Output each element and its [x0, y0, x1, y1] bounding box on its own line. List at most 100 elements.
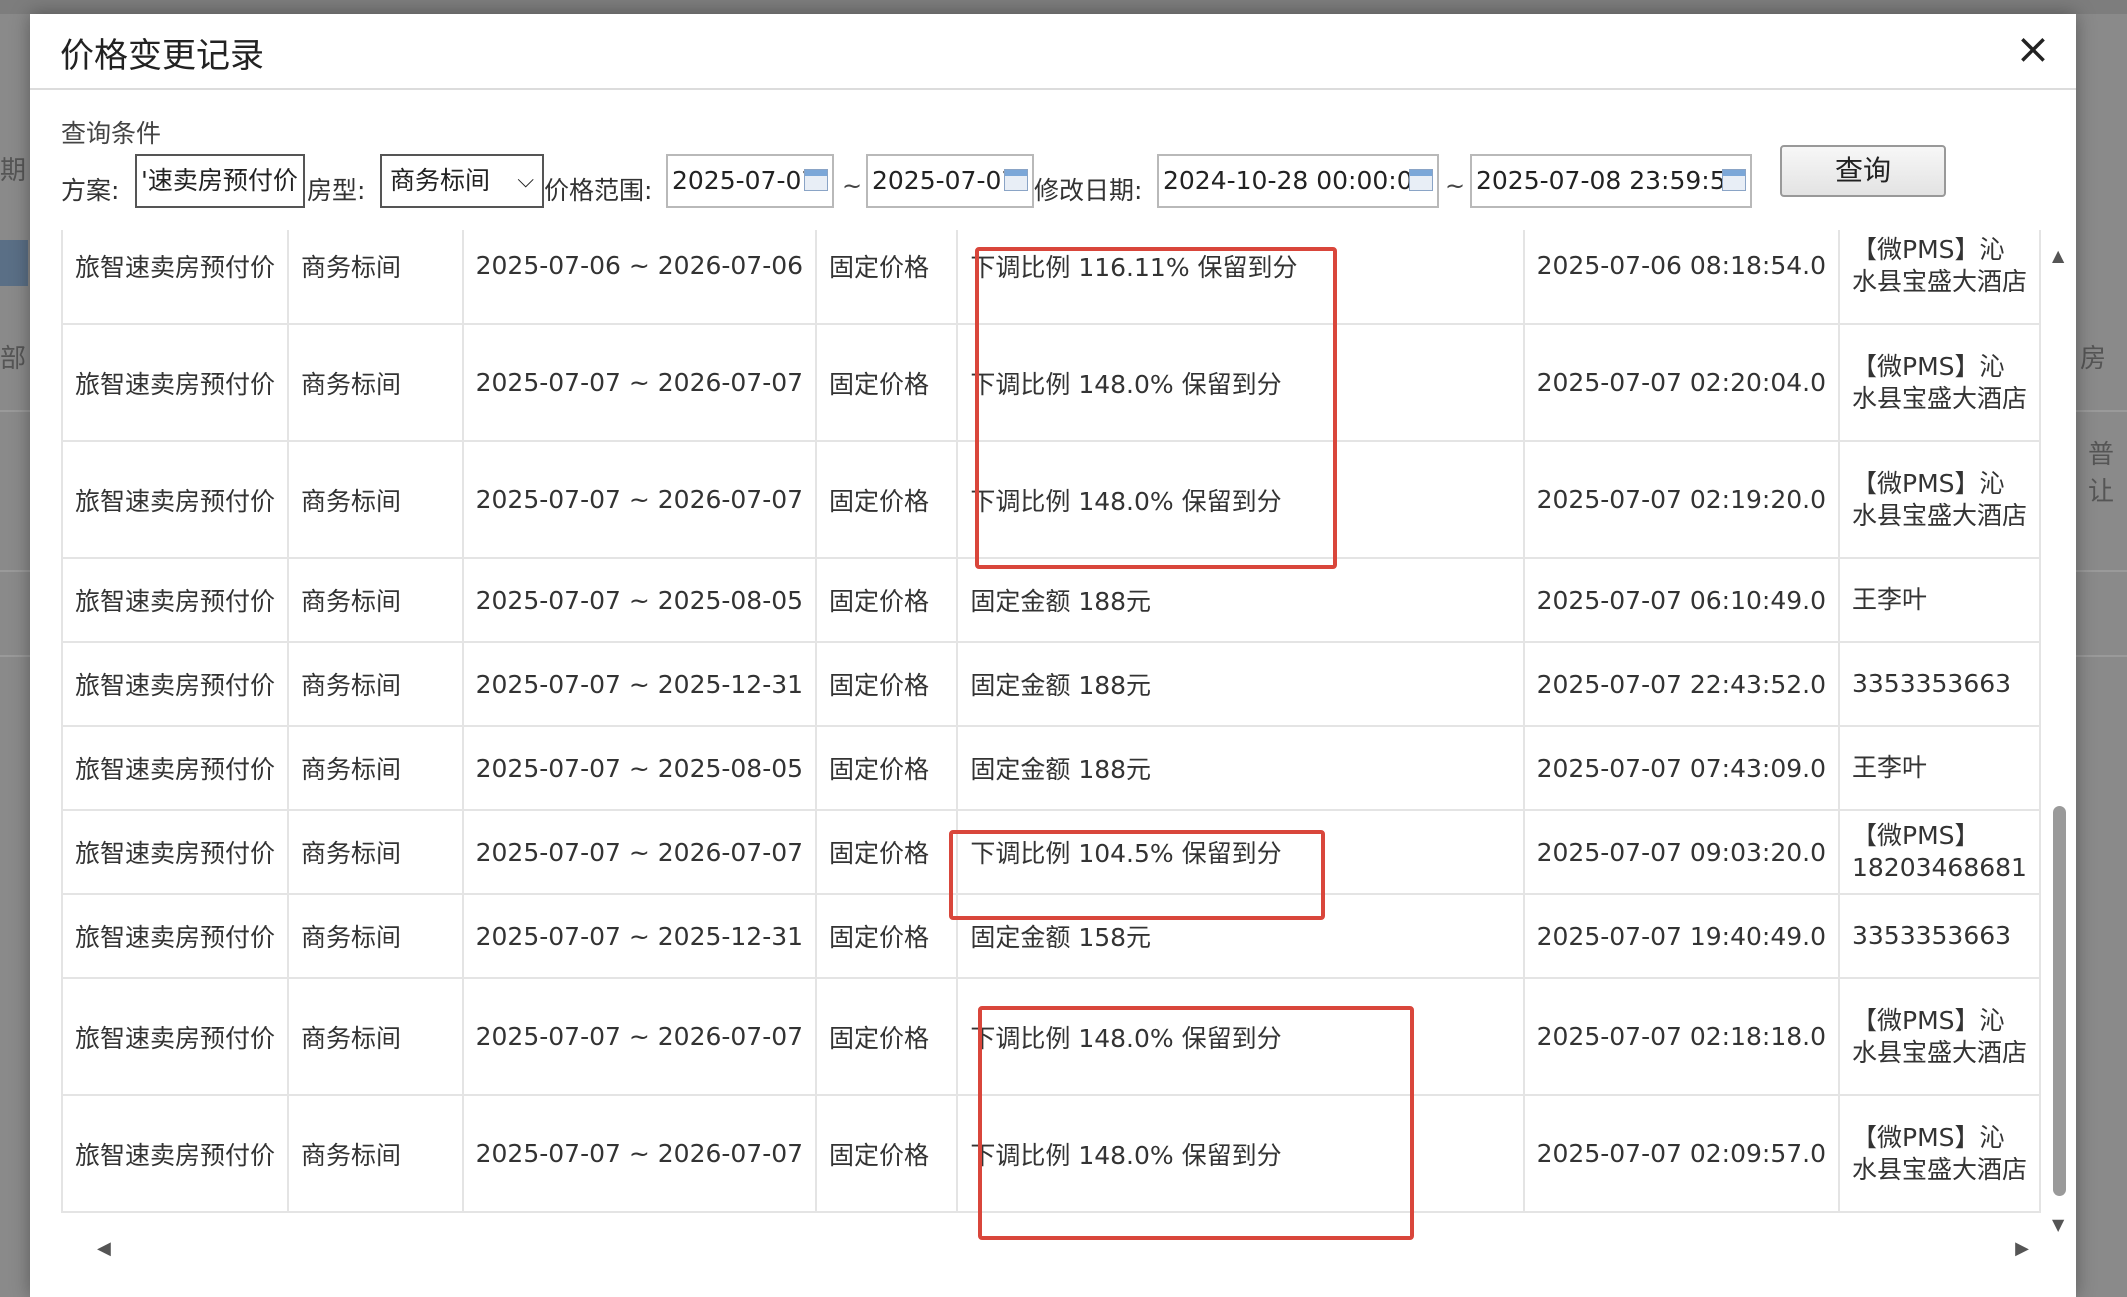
scroll-down-icon[interactable]: ▼ [2052, 1215, 2064, 1234]
cell-price-rule: 下调比例 148.0% 保留到分 [956, 977, 1525, 1096]
calendar-icon[interactable] [1409, 169, 1433, 191]
cell-scheme: 旅智速卖房预付价 [61, 1094, 290, 1213]
cell-operator: 【微PMS】沁水县宝盛大酒店 [1838, 230, 2041, 325]
price-from-input[interactable]: 2025-07-07 [666, 154, 834, 208]
modify-to-input[interactable]: 2025-07-08 23:59:59 [1470, 154, 1752, 208]
cell-price-type: 固定价格 [815, 440, 959, 559]
room-type-label: 房型: [307, 176, 366, 205]
cell-price-type: 固定价格 [815, 230, 959, 325]
calendar-icon[interactable] [1722, 169, 1746, 191]
cell-date-range: 2025-07-07 ~ 2026-07-07 [461, 323, 818, 442]
cell-room-type: 商务标间 [287, 440, 464, 559]
cell-operator: 3353353663 [1838, 893, 2041, 979]
cell-scheme: 旅智速卖房预付价 [61, 440, 290, 559]
cell-price-rule: 下调比例 148.0% 保留到分 [956, 323, 1525, 442]
cell-room-type: 商务标间 [287, 809, 464, 895]
scroll-up-icon[interactable]: ▲ [2052, 246, 2064, 265]
scroll-left-icon[interactable]: ◀ [97, 1238, 111, 1259]
cell-date-range: 2025-07-07 ~ 2025-08-05 [461, 557, 818, 643]
background-top-bar [0, 0, 2127, 14]
horizontal-scrollbar[interactable]: ◀ ▶ [61, 1238, 2041, 1262]
modify-date-label: 修改日期: [1034, 176, 1143, 205]
cell-date-range: 2025-07-07 ~ 2025-12-31 [461, 893, 818, 979]
table-row: 旅智速卖房预付价 商务标间 2025-07-07 ~ 2026-07-07 固定价格下… [61, 440, 2041, 559]
cell-price-type: 固定价格 [815, 977, 959, 1096]
scheme-input[interactable]: '速卖房预付价 [135, 154, 305, 208]
search-button[interactable]: 查询 [1780, 145, 1946, 197]
cell-price-rule: 下调比例 104.5% 保留到分 [956, 809, 1525, 895]
cell-operator: 3353353663 [1838, 641, 2041, 727]
table-row: 旅智速卖房预付价 商务标间 2025-07-07 ~ 2025-08-05 固定价格固… [61, 725, 2041, 811]
cell-date-range: 2025-07-07 ~ 2026-07-07 [461, 440, 818, 559]
cell-date-range: 2025-07-07 ~ 2025-08-05 [461, 725, 818, 811]
cell-modified-time: 2025-07-07 02:20:04.0 [1522, 323, 1841, 442]
cell-price-type: 固定价格 [815, 893, 959, 979]
table-row: 旅智速卖房预付价 商务标间 2025-07-06 ~ 2026-07-06 固定价格下… [61, 230, 2041, 325]
scheme-label: 方案: [61, 176, 120, 205]
cell-operator: 【微PMS】沁水县宝盛大酒店 [1838, 1094, 2041, 1213]
table-row: 旅智速卖房预付价 商务标间 2025-07-07 ~ 2025-12-31 固定价格固… [61, 641, 2041, 727]
cell-room-type: 商务标间 [287, 641, 464, 727]
cell-scheme: 旅智速卖房预付价 [61, 641, 290, 727]
cell-modified-time: 2025-07-07 02:18:18.0 [1522, 977, 1841, 1096]
range-separator: ~ [842, 172, 863, 200]
calendar-icon[interactable] [1004, 169, 1028, 191]
modify-from-value: 2024-10-28 00:00:00 [1163, 166, 1429, 195]
cell-price-type: 固定价格 [815, 725, 959, 811]
table-row: 旅智速卖房预付价 商务标间 2025-07-07 ~ 2026-07-07 固定价格下… [61, 1094, 2041, 1213]
cell-operator: 【微PMS】沁水县宝盛大酒店 [1838, 977, 2041, 1096]
cell-room-type: 商务标间 [287, 323, 464, 442]
vertical-scrollbar[interactable]: ▲ ▼ [2050, 246, 2070, 1234]
date-separator: ~ [1445, 172, 1466, 200]
cell-operator: 【微PMS】18203468681 [1838, 809, 2041, 895]
cell-modified-time: 2025-07-07 09:03:20.0 [1522, 809, 1841, 895]
cell-room-type: 商务标间 [287, 557, 464, 643]
cell-scheme: 旅智速卖房预付价 [61, 323, 290, 442]
price-to-value: 2025-07-07 [872, 166, 1018, 195]
cell-room-type: 商务标间 [287, 1094, 464, 1213]
price-to-input[interactable]: 2025-07-07 [866, 154, 1034, 208]
cell-scheme: 旅智速卖房预付价 [61, 557, 290, 643]
table-row: 旅智速卖房预付价 商务标间 2025-07-07 ~ 2025-12-31 固定价格固… [61, 893, 2041, 979]
cell-room-type: 商务标间 [287, 725, 464, 811]
cell-operator: 王李叶 [1838, 557, 2041, 643]
cell-operator: 【微PMS】沁水县宝盛大酒店 [1838, 440, 2041, 559]
cell-room-type: 商务标间 [287, 230, 464, 325]
cell-price-rule: 固定金额 158元 [956, 893, 1525, 979]
scheme-input-value: '速卖房预付价 [141, 166, 298, 195]
records-table-wrap[interactable]: 旅智速卖房预付价 商务标间 2025-07-06 ~ 2026-07-06 固定价格下… [61, 230, 2041, 1240]
table-row: 旅智速卖房预付价 商务标间 2025-07-07 ~ 2026-07-07 固定价格下… [61, 977, 2041, 1096]
cell-price-type: 固定价格 [815, 323, 959, 442]
background-text-fragment: 部 [0, 344, 27, 374]
table-row: 旅智速卖房预付价 商务标间 2025-07-07 ~ 2026-07-07 固定价格下… [61, 809, 2041, 895]
close-icon[interactable]: × [2008, 24, 2058, 74]
scrollbar-thumb[interactable] [2053, 806, 2066, 1196]
records-table: 旅智速卖房预付价 商务标间 2025-07-06 ~ 2026-07-06 固定价格下… [61, 230, 2041, 1213]
cell-date-range: 2025-07-07 ~ 2026-07-07 [461, 977, 818, 1096]
cell-price-type: 固定价格 [815, 1094, 959, 1213]
calendar-icon[interactable] [804, 169, 828, 191]
title-divider [30, 88, 2076, 90]
cell-modified-time: 2025-07-07 06:10:49.0 [1522, 557, 1841, 643]
cell-price-rule: 下调比例 116.11% 保留到分 [956, 230, 1525, 325]
room-type-value: 商务标间 [390, 166, 491, 195]
cell-room-type: 商务标间 [287, 977, 464, 1096]
cell-operator: 【微PMS】沁水县宝盛大酒店 [1838, 323, 2041, 442]
cell-room-type: 商务标间 [287, 893, 464, 979]
price-from-value: 2025-07-07 [672, 166, 818, 195]
cell-price-rule: 固定金额 188元 [956, 557, 1525, 643]
cell-modified-time: 2025-07-07 22:43:52.0 [1522, 641, 1841, 727]
cell-price-rule: 下调比例 148.0% 保留到分 [956, 1094, 1525, 1213]
cell-modified-time: 2025-07-07 19:40:49.0 [1522, 893, 1841, 979]
modify-to-value: 2025-07-08 23:59:59 [1476, 166, 1742, 195]
price-range-label: 价格范围: [544, 176, 653, 205]
query-caption: 查询条件 [61, 119, 162, 148]
scroll-right-icon[interactable]: ▶ [2015, 1238, 2029, 1259]
dialog-title: 价格变更记录 [60, 36, 264, 76]
cell-scheme: 旅智速卖房预付价 [61, 893, 290, 979]
table-row: 旅智速卖房预付价 商务标间 2025-07-07 ~ 2026-07-07 固定价格下… [61, 323, 2041, 442]
background-text-fragment: 期 [0, 156, 27, 186]
room-type-select[interactable]: 商务标间 ⌵ [380, 154, 544, 208]
modify-from-input[interactable]: 2024-10-28 00:00:00 [1157, 154, 1439, 208]
cell-date-range: 2025-07-07 ~ 2025-12-31 [461, 641, 818, 727]
